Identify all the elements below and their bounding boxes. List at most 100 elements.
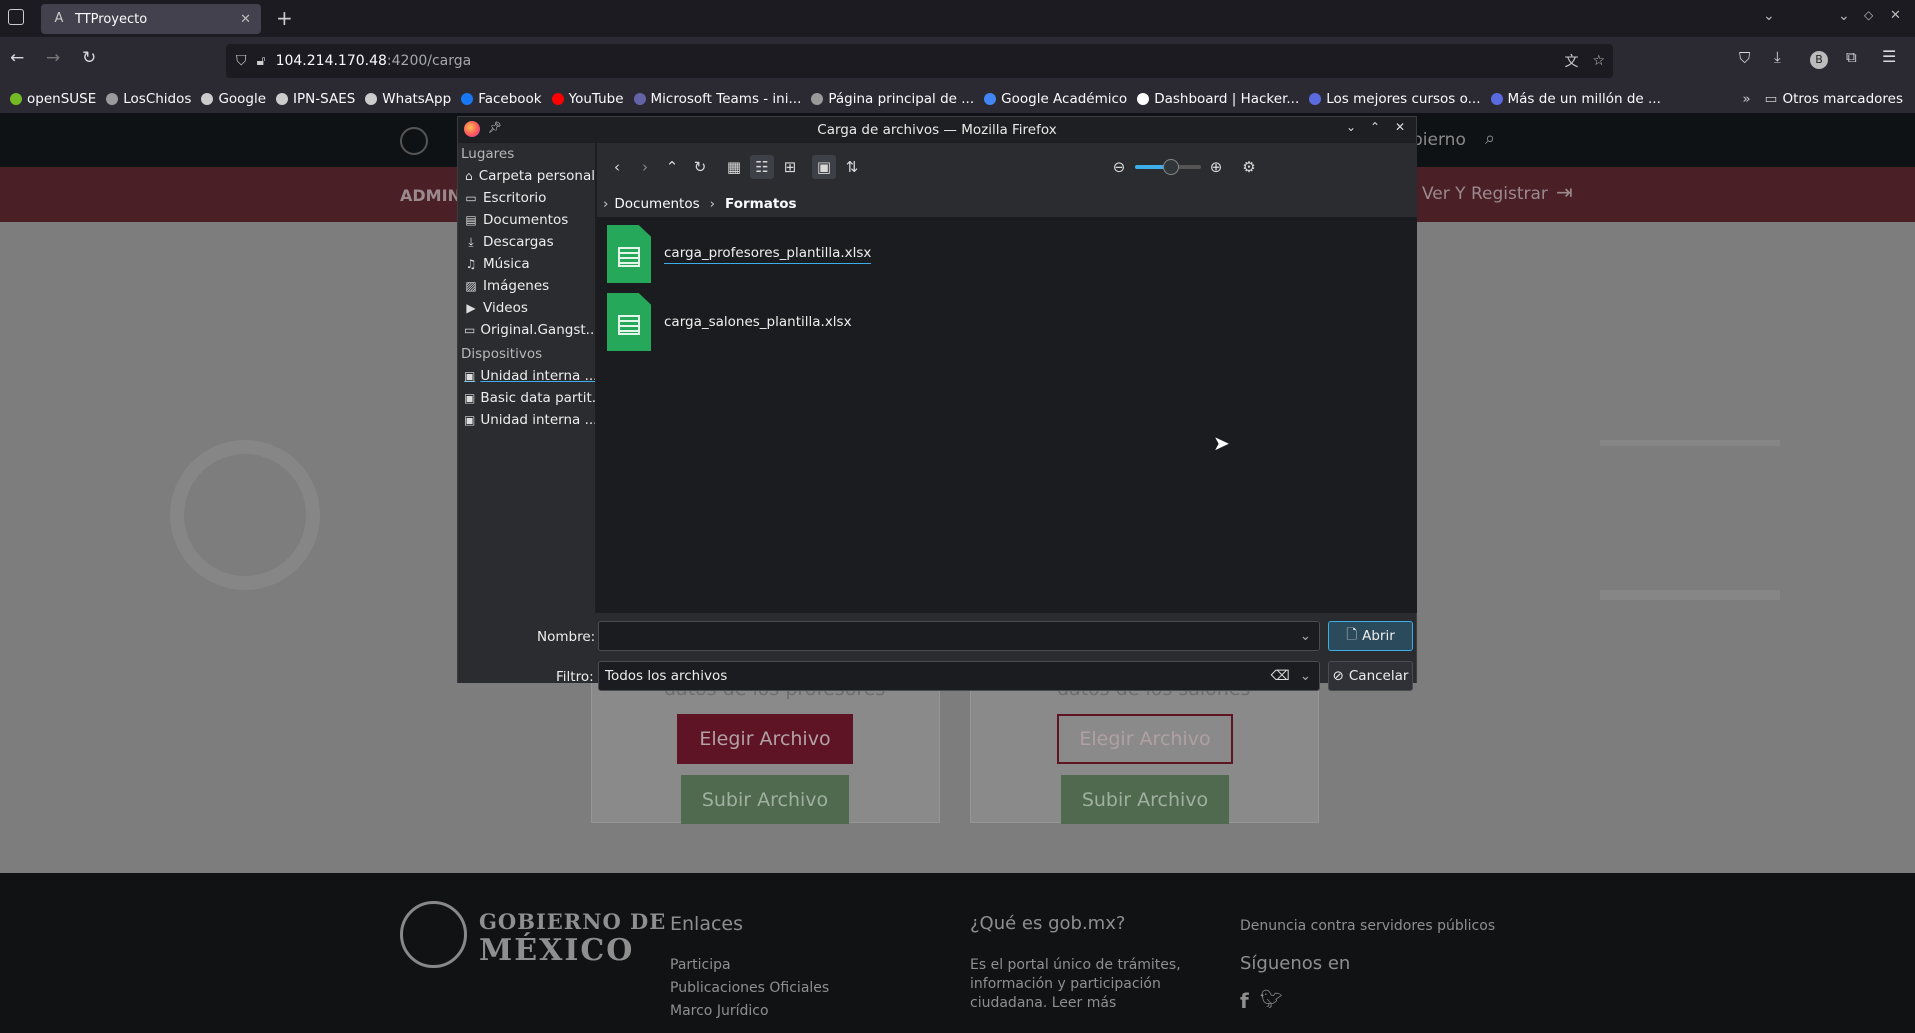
- sidebar-item[interactable]: ▣ Unidad interna ...: [458, 409, 595, 431]
- options-icon[interactable]: ⚙: [1237, 155, 1261, 179]
- bookmark-item[interactable]: Facebook: [461, 91, 542, 107]
- list-all-tabs-icon[interactable]: ⌄: [1763, 8, 1775, 24]
- close-window-icon[interactable]: ✕: [1890, 8, 1901, 23]
- menu-ver-registrar[interactable]: Ver Y Registrar: [1422, 184, 1548, 204]
- sidebar-item[interactable]: ⤓ Descargas: [458, 231, 595, 253]
- clear-filter-icon[interactable]: ⌫: [1271, 668, 1290, 684]
- breadcrumb-formatos[interactable]: Formatos: [725, 196, 797, 212]
- bookmark-item[interactable]: IPN-SAES: [276, 91, 355, 107]
- filter-select[interactable]: Todos los archivos ⌫ ⌄: [598, 661, 1320, 691]
- parent-folder-icon[interactable]: ⌃: [660, 155, 684, 179]
- file-item[interactable]: carga_profesores_plantilla.xlsx: [607, 225, 872, 283]
- downloads-icon[interactable]: ⤓: [1774, 48, 1781, 66]
- zoom-out-icon[interactable]: ⊖: [1107, 155, 1131, 179]
- bookmark-item[interactable]: Google: [201, 91, 266, 107]
- pocket-icon[interactable]: ⛉: [1739, 49, 1750, 67]
- zoom-slider[interactable]: [1135, 159, 1201, 175]
- bookmark-star-icon[interactable]: ☆: [1592, 53, 1605, 69]
- sidebar-item[interactable]: ♫ Música: [458, 253, 595, 275]
- bookmark-item[interactable]: Más de un millón de ...: [1490, 91, 1661, 107]
- back-icon[interactable]: ←: [10, 48, 24, 68]
- dialog-close-icon[interactable]: ✕: [1395, 120, 1405, 134]
- zoom-slider-handle[interactable]: [1163, 159, 1179, 175]
- header-nav-gobierno[interactable]: bierno: [1412, 130, 1466, 150]
- compact-view-icon[interactable]: ☷: [750, 155, 774, 179]
- forward-icon[interactable]: ›: [633, 155, 657, 179]
- footer-link-participa[interactable]: Participa: [670, 957, 731, 973]
- subir-archivo-salones-button[interactable]: Subir Archivo: [1061, 775, 1229, 824]
- bookmark-item[interactable]: WhatsApp: [365, 91, 451, 107]
- sidebar-item-label: Unidad interna ...: [480, 412, 595, 428]
- sidebar-item[interactable]: ▨ Imágenes: [458, 275, 595, 297]
- sidebar-item-label: Videos: [483, 300, 528, 316]
- dialog-toolbar: ‹ › ⌃ ↻ ▦ ☷ ⊞ ▣ ⇅ ⊖ ⊕ ⚙: [597, 143, 1417, 191]
- translate-icon[interactable]: 文: [1564, 51, 1578, 71]
- bookmark-item[interactable]: Los mejores cursos o...: [1309, 91, 1481, 107]
- elegir-archivo-profesores-button[interactable]: Elegir Archivo: [677, 714, 853, 764]
- icons-view-icon[interactable]: ▦: [722, 155, 746, 179]
- reload-icon[interactable]: ↻: [688, 155, 712, 179]
- file-item[interactable]: carga_salones_plantilla.xlsx: [607, 293, 852, 351]
- drive-icon: ▣: [464, 391, 476, 405]
- sidebar-item[interactable]: ▤ Documentos: [458, 209, 595, 231]
- shield-icon[interactable]: ⛉: [236, 53, 247, 69]
- forward-icon[interactable]: →: [46, 48, 60, 68]
- sidebar-item[interactable]: ▭ Escritorio: [458, 187, 595, 209]
- bookmarks-toolbar: openSUSE LosChidos Google IPN-SAES WhatsApp F…: [0, 85, 1915, 113]
- other-bookmarks-folder[interactable]: ▭ Otros marcadores: [1765, 91, 1903, 107]
- back-icon[interactable]: ‹: [605, 155, 629, 179]
- footer-follow-title: Síguenos en: [1240, 953, 1351, 974]
- elegir-archivo-salones-button[interactable]: Elegir Archivo: [1057, 714, 1233, 764]
- sidebar-item[interactable]: ⌂ Carpeta personal: [458, 165, 595, 187]
- footer-link-publicaciones[interactable]: Publicaciones Oficiales: [670, 980, 829, 996]
- sidebar-item[interactable]: ▶ Videos: [458, 297, 595, 319]
- bookmark-item[interactable]: Dashboard | Hacker...: [1137, 91, 1299, 107]
- bookmark-item[interactable]: YouTube: [551, 91, 624, 107]
- bookmark-item[interactable]: Página principal de ...: [811, 91, 974, 107]
- bookmarks-overflow-icon[interactable]: »: [1742, 91, 1750, 107]
- account-avatar[interactable]: B: [1810, 51, 1828, 69]
- open-button[interactable]: 🗋︎ Abrir: [1328, 621, 1413, 651]
- new-tab-button[interactable]: +: [276, 6, 293, 30]
- preview-icon[interactable]: ▣: [812, 155, 836, 179]
- zoom-in-icon[interactable]: ⊕: [1204, 155, 1228, 179]
- bookmark-item[interactable]: openSUSE: [10, 91, 96, 107]
- menu-admin[interactable]: ADMIN: [400, 186, 461, 205]
- minimize-window-icon[interactable]: ⌄: [1838, 8, 1850, 24]
- bookmark-item[interactable]: LosChidos: [106, 91, 191, 107]
- reload-icon[interactable]: ↻: [82, 48, 96, 68]
- tree-view-icon[interactable]: ⊞: [778, 155, 802, 179]
- footer-links-title: Enlaces: [670, 913, 744, 935]
- logout-icon[interactable]: ⇥: [1556, 180, 1573, 204]
- tab-close-icon[interactable]: ✕: [240, 12, 251, 27]
- chevron-down-icon[interactable]: ⌄: [1300, 628, 1311, 644]
- watermark-gear: [170, 440, 320, 590]
- search-icon[interactable]: ⌕: [1485, 128, 1495, 149]
- facebook-icon[interactable]: f: [1240, 989, 1249, 1013]
- footer-link-marco[interactable]: Marco Jurídico: [670, 1003, 769, 1019]
- tab-ttproyecto[interactable]: A TTProyecto ✕: [41, 4, 261, 34]
- sort-icon[interactable]: ⇅: [840, 155, 864, 179]
- sidebar-item[interactable]: ▭ Original.Gangst...: [458, 319, 595, 341]
- cancel-button[interactable]: ⊘ Cancelar: [1328, 661, 1413, 691]
- dialog-maximize-icon[interactable]: ⌃: [1370, 120, 1380, 134]
- bookmark-item[interactable]: Google Académico: [984, 91, 1127, 107]
- extensions-icon[interactable]: ⧉: [1846, 48, 1857, 66]
- twitter-icon[interactable]: 🐦︎: [1260, 989, 1283, 1010]
- url-bar[interactable]: ⛉ 🔓︎ 104.214.170.48 :4200/carga 文 ☆: [226, 44, 1613, 78]
- menu-icon[interactable]: ☰: [1882, 47, 1896, 66]
- dialog-minimize-icon[interactable]: ⌄: [1346, 120, 1356, 134]
- sidebar-item[interactable]: ▣ Unidad interna ...: [458, 365, 595, 387]
- tab-list-icon[interactable]: [8, 9, 24, 25]
- subir-archivo-profesores-button[interactable]: Subir Archivo: [681, 775, 849, 824]
- bookmark-item[interactable]: Microsoft Teams - ini...: [633, 91, 801, 107]
- maximize-window-icon[interactable]: ◇: [1864, 8, 1873, 22]
- lock-icon[interactable]: 🔓︎: [257, 53, 266, 69]
- pin-icon[interactable]: 📌︎: [488, 121, 502, 134]
- chevron-down-icon[interactable]: ⌄: [1300, 668, 1311, 684]
- name-input[interactable]: ⌄: [598, 621, 1320, 651]
- breadcrumb-documentos[interactable]: Documentos: [614, 196, 699, 212]
- sidebar-item[interactable]: ▣ Basic data partit...: [458, 387, 595, 409]
- dialog-titlebar[interactable]: 📌︎ Carga de archivos — Mozilla Firefox ⌄…: [458, 117, 1416, 142]
- footer-denuncia-link[interactable]: Denuncia contra servidores públicos: [1240, 918, 1495, 934]
